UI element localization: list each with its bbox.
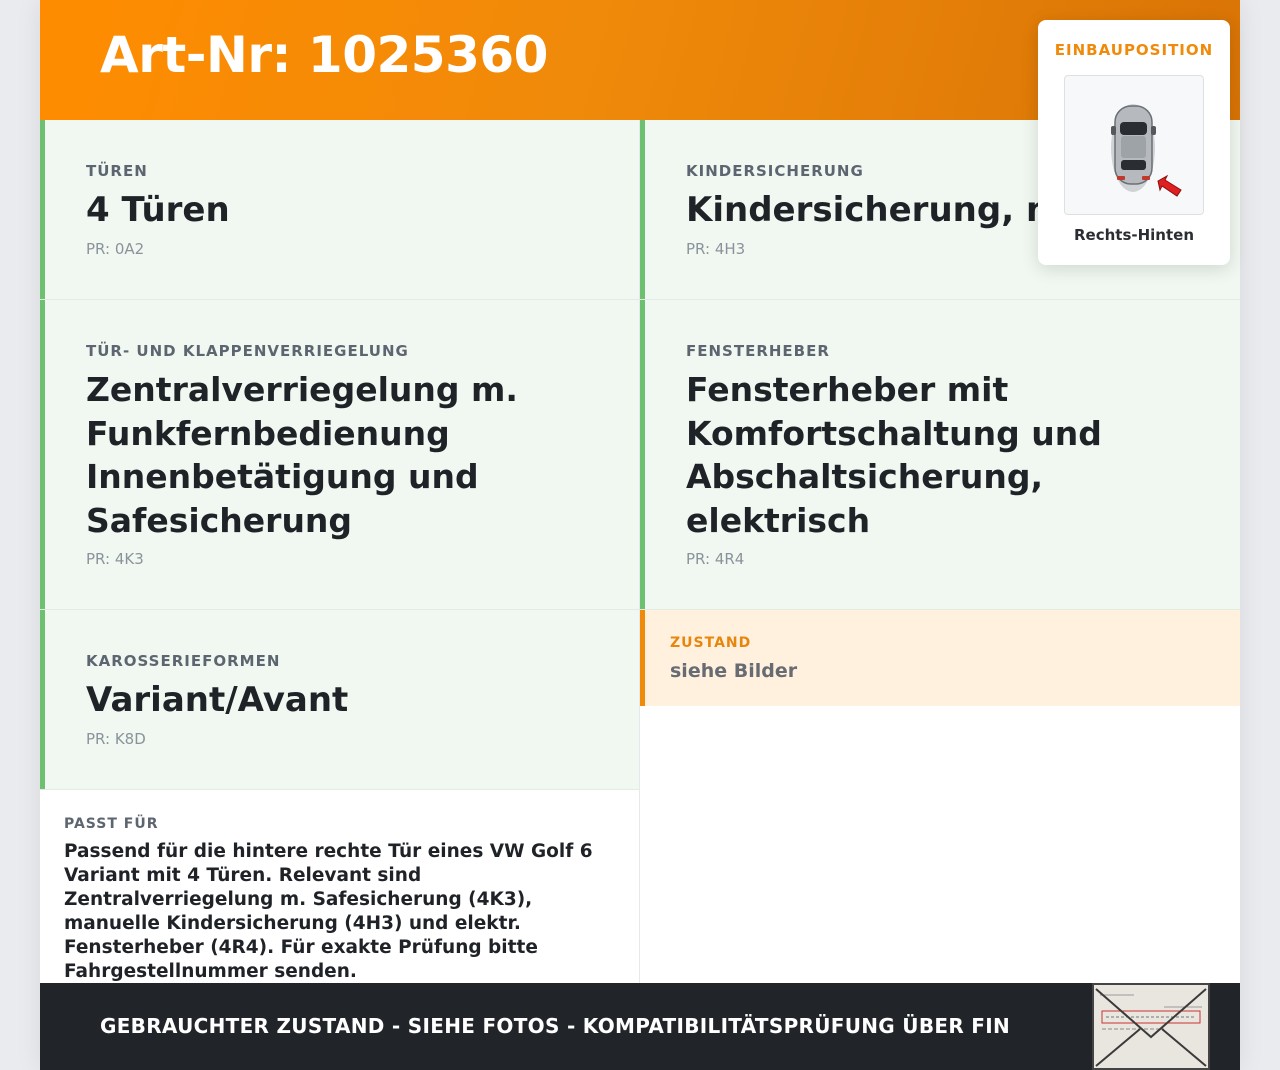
- spec-label: KAROSSERIEFORMEN: [86, 652, 281, 670]
- spec-value: 4 Türen: [86, 190, 230, 230]
- spec-cell-tueren: TÜREN 4 Türen PR: 0A2: [40, 120, 639, 299]
- einbauposition-title: EINBAUPOSITION: [1054, 41, 1214, 59]
- spec-cell-verriegelung: TÜR- UND KLAPPENVERRIEGELUNG Zentralverr…: [40, 300, 639, 609]
- einbauposition-card: EINBAUPOSITION Rechts-Hinten: [1038, 20, 1230, 265]
- passt-fuer-section: PASST FÜR Passend für die hintere rechte…: [40, 790, 639, 983]
- spec-label: TÜREN: [86, 162, 148, 180]
- footer-text: GEBRAUCHTER ZUSTAND - SIEHE FOTOS - KOMP…: [100, 1014, 1011, 1038]
- spec-pr-code: PR: 0A2: [86, 240, 145, 258]
- registration-document-thumbnail[interactable]: [1092, 983, 1210, 1070]
- zustand-label: ZUSTAND: [670, 635, 752, 651]
- spec-cell-karosserie: KAROSSERIEFORMEN Variant/Avant PR: K8D: [40, 610, 639, 789]
- grid-divider: [40, 299, 1240, 300]
- spec-value: Variant/Avant: [86, 680, 349, 720]
- zustand-value: siehe Bilder: [670, 660, 798, 682]
- spec-value: Zentralverriegelung m. Funkfernbedienung…: [86, 370, 518, 540]
- spec-cell-fensterheber: FENSTERHEBER Fensterheber mit Komfortsch…: [640, 300, 1240, 609]
- grid-divider: [639, 120, 640, 983]
- spec-pr-code: PR: 4K3: [86, 550, 144, 568]
- passt-fuer-text: Passend für die hintere rechte Tür eines…: [64, 841, 593, 982]
- article-number-title: Art-Nr: 1025360: [100, 26, 548, 84]
- envelope-icon: [1094, 985, 1208, 1068]
- car-position-image: [1064, 75, 1204, 215]
- passt-fuer-label: PASST FÜR: [64, 816, 159, 832]
- car-top-view-icon: [1111, 104, 1182, 197]
- spec-label: TÜR- UND KLAPPENVERRIEGELUNG: [86, 342, 409, 360]
- spec-value: Fensterheber mit Komfortschaltung und Ab…: [686, 370, 1102, 540]
- zustand-box: ZUSTAND siehe Bilder: [640, 610, 1240, 706]
- einbauposition-caption: Rechts-Hinten: [1073, 226, 1194, 244]
- spec-pr-code: PR: 4H3: [686, 240, 746, 258]
- spec-pr-code: PR: K8D: [86, 730, 146, 748]
- spec-pr-code: PR: 4R4: [686, 550, 745, 568]
- spec-label: KINDERSICHERUNG: [686, 162, 864, 180]
- footer-bar: GEBRAUCHTER ZUSTAND - SIEHE FOTOS - KOMP…: [40, 983, 1240, 1070]
- spec-label: FENSTERHEBER: [686, 342, 830, 360]
